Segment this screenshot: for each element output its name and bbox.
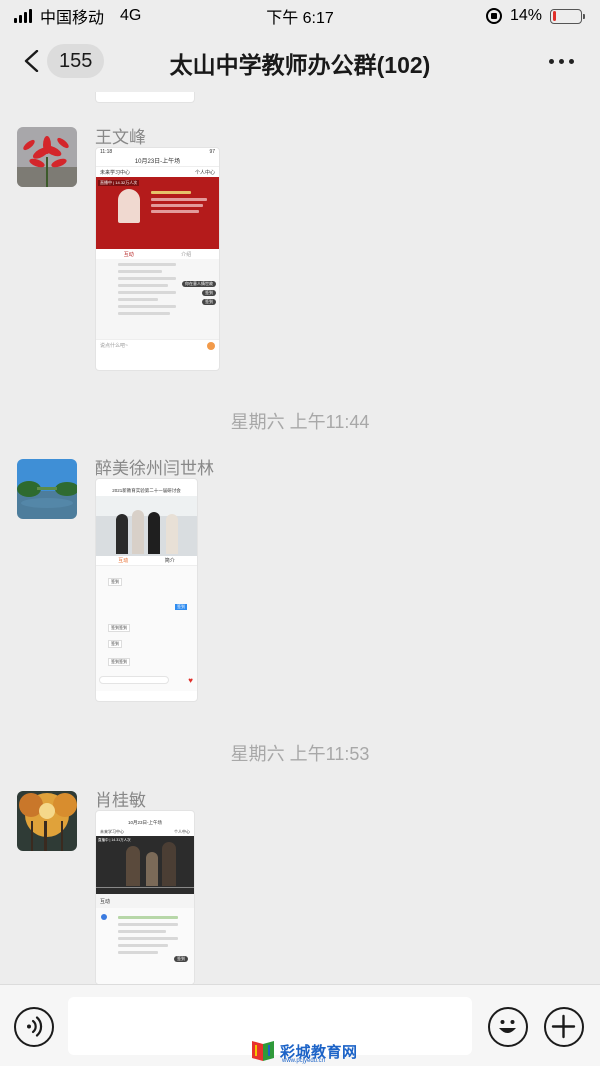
screenshot-like-icon [207, 341, 215, 350]
screenshot-tab-interact: 互动 [100, 898, 111, 905]
status-bar: 中国移动 4G 下午 6:17 14% [0, 0, 600, 32]
sender-name: 王文峰 [95, 128, 146, 147]
screenshot-video: 直播中 | 14.31万人次 [96, 836, 194, 894]
book-logo-icon [252, 1041, 274, 1061]
screenshot-sub-left: 未来学习中心 [100, 169, 131, 176]
screenshot-title: 10月23日-上午场 [127, 819, 162, 825]
screenshot-status-time: 11:18 [100, 148, 113, 155]
avatar[interactable] [17, 127, 77, 187]
sender-name: 肖桂敏 [95, 791, 146, 810]
watermark-url: www.pcjyedu.cn [282, 1058, 326, 1064]
screenshot-heart-icon: ♥ [188, 676, 193, 685]
screenshot-tab-intro: 简介 [164, 558, 175, 564]
screenshot-speaker-photo [118, 189, 140, 223]
avatar-forest-image [17, 791, 77, 851]
time-separator: 星期六 上午11:53 [230, 744, 370, 764]
screenshot-reply: 签到签到 [108, 624, 130, 632]
screenshot-tab-interact: 互动 [123, 251, 134, 258]
screenshot-video-tag: 直播中 | 14.31万人次 [98, 838, 131, 842]
avatar-lake-image [17, 459, 77, 519]
watermark: 彩城教育网 www.pcjyedu.cn [250, 1040, 358, 1064]
chat-title: 太山中学教师办公群(102) [169, 52, 431, 78]
nav-bar: 155 太山中学教师办公群(102) [0, 32, 600, 92]
battery-percent: 14% [509, 7, 542, 24]
avatar-flower-image [17, 127, 77, 187]
screenshot-banner-text [151, 191, 211, 213]
screenshot-title: 2021新教育实验第二十一届研讨会 [112, 488, 181, 493]
screenshot-input-placeholder: 说点什么吧~ [100, 343, 128, 349]
screenshot-reply-right: 签到 [175, 604, 187, 610]
screenshot-reply: 签到 [108, 640, 122, 648]
rotation-lock-icon [485, 8, 502, 24]
screenshot-reply: 签到签到 [108, 658, 130, 666]
plus-icon [551, 1014, 576, 1039]
screenshot-status-right: 97 [209, 148, 215, 155]
emoji-button[interactable] [488, 1007, 528, 1047]
more-actions-button[interactable] [544, 1007, 584, 1047]
voice-input-button[interactable] [14, 1007, 54, 1047]
avatar[interactable] [17, 459, 77, 519]
previous-message-image[interactable] [95, 92, 195, 103]
sender-name: 醉美徐州闫世林 [95, 459, 214, 478]
screenshot-chip: 你在意人情世故 [182, 281, 216, 287]
battery-icon [550, 8, 585, 24]
screenshot-sub-left: 未来学习中心 [100, 828, 124, 834]
screenshot-chip: 签到 [202, 290, 216, 296]
carrier-label: 中国移动 [40, 10, 105, 27]
network-label: 4G [120, 7, 142, 24]
screenshot-chip: 签到 [202, 299, 216, 305]
time-separator: 星期六 上午11:44 [230, 412, 370, 432]
screenshot-sub-right: 个人中心 [194, 169, 215, 176]
message-image[interactable]: 10月23日-上午场 未来学习中心 个人中心 直播中 | 14.31万人次 互动… [95, 810, 195, 985]
voice-icon [27, 1016, 43, 1037]
emoji-icon [499, 1020, 516, 1033]
screenshot-banner: 直播中 | 14.32万人次 [96, 177, 219, 249]
screenshot-chip: 签到 [174, 956, 188, 962]
screenshot-banner-tag: 直播中 | 14.32万人次 [98, 180, 140, 186]
screenshot-sub-right: 个人中心 [174, 828, 190, 834]
screenshot-photo [96, 496, 197, 556]
screenshot-chat-area: 你在意人情世故 签到 签到 [96, 259, 219, 339]
more-options-icon[interactable] [549, 59, 574, 64]
screenshot-chat-area: 签到 签到 签到签到 签到 签到签到 ♥ [96, 566, 197, 691]
screenshot-title: 10月23日-上午场 [134, 159, 181, 165]
signal-icon [14, 9, 32, 23]
screenshot-tab-intro: 介绍 [181, 251, 192, 258]
message-image[interactable]: 2021新教育实验第二十一届研讨会 互动 简介 签到 签到 签到签到 签到 签到… [95, 478, 198, 702]
screenshot-reply: 签到 [108, 578, 122, 586]
message-image[interactable]: 11:18 97 10月23日-上午场 未来学习中心 个人中心 直播中 | 14… [95, 147, 220, 371]
screenshot-tab-interact: 互动 [118, 558, 129, 564]
screenshot-chat-area: 签到 [96, 908, 194, 984]
battery-fill [552, 11, 557, 21]
avatar[interactable] [17, 791, 77, 851]
